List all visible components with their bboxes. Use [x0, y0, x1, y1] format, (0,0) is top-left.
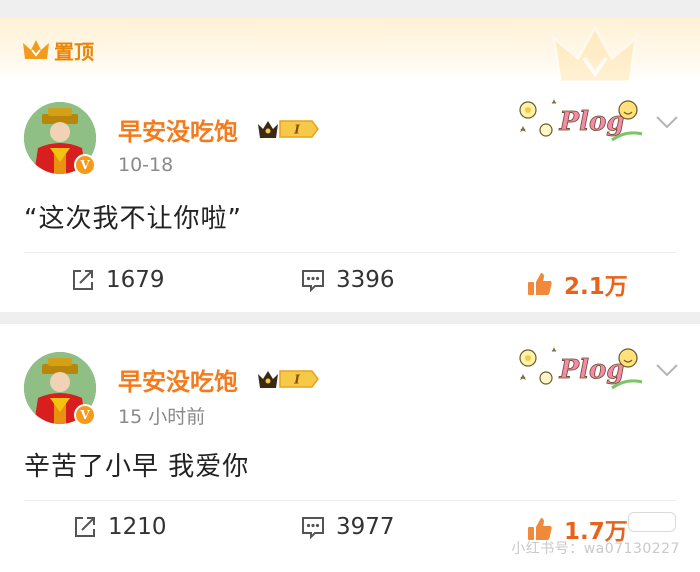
watermark-logo-icon	[628, 512, 676, 532]
pinned-label: 置顶	[54, 40, 94, 64]
watermark: 小红书号：wa07130227	[511, 541, 680, 557]
post-text: 辛苦了小早 我爱你	[24, 452, 250, 482]
post-text: “这次我不让你啦”	[24, 204, 242, 234]
comment-button[interactable]: 3977	[300, 514, 395, 540]
crown-decoration-icon	[551, 24, 639, 84]
plog-sticker: Plog	[519, 347, 643, 390]
thumbs-up-icon	[528, 273, 552, 295]
like-button[interactable]: 2.1万	[526, 267, 628, 301]
divider	[24, 500, 676, 501]
level-text: I	[293, 123, 300, 137]
level-text: I	[293, 373, 300, 387]
comment-button[interactable]: 3396	[300, 267, 395, 293]
verified-badge-icon: V	[74, 404, 96, 426]
username[interactable]: 早安没吃饱	[118, 362, 238, 397]
verified-badge-icon: V	[74, 154, 96, 176]
repost-count: 1210	[108, 514, 167, 540]
post-time: 10-18	[118, 154, 174, 176]
member-level-badge: I	[258, 120, 319, 138]
repost-icon	[75, 517, 95, 537]
chevron-down-icon[interactable]	[654, 362, 680, 378]
comment-icon	[302, 270, 324, 293]
post-card[interactable]: 置顶 V 早安没吃饱 I 10-18 Plog “这次我不让你啦” 1679 3…	[0, 18, 700, 312]
username[interactable]: 早安没吃饱	[118, 112, 238, 147]
like-count: 2.1万	[564, 274, 628, 300]
crown-icon	[23, 40, 49, 59]
comment-count: 3396	[336, 267, 395, 293]
plog-sticker: Plog	[519, 99, 643, 142]
sticker-text: Plog	[559, 355, 625, 385]
repost-count: 1679	[106, 267, 165, 293]
pinned-banner: 置顶	[0, 18, 700, 84]
sticker-text: Plog	[559, 107, 625, 137]
chevron-down-icon[interactable]	[654, 114, 680, 130]
comment-count: 3977	[336, 514, 395, 540]
repost-button[interactable]: 1679	[70, 267, 165, 293]
comment-icon	[302, 517, 324, 540]
member-level-badge: I	[258, 370, 319, 388]
post-card[interactable]: V 早安没吃饱 I 15 小时前 Plog 辛苦了小早 我爱你 1210 397…	[0, 324, 700, 572]
repost-button[interactable]: 1210	[72, 514, 167, 540]
repost-icon	[73, 270, 93, 290]
divider	[24, 252, 676, 253]
post-time: 15 小时前	[118, 406, 206, 428]
